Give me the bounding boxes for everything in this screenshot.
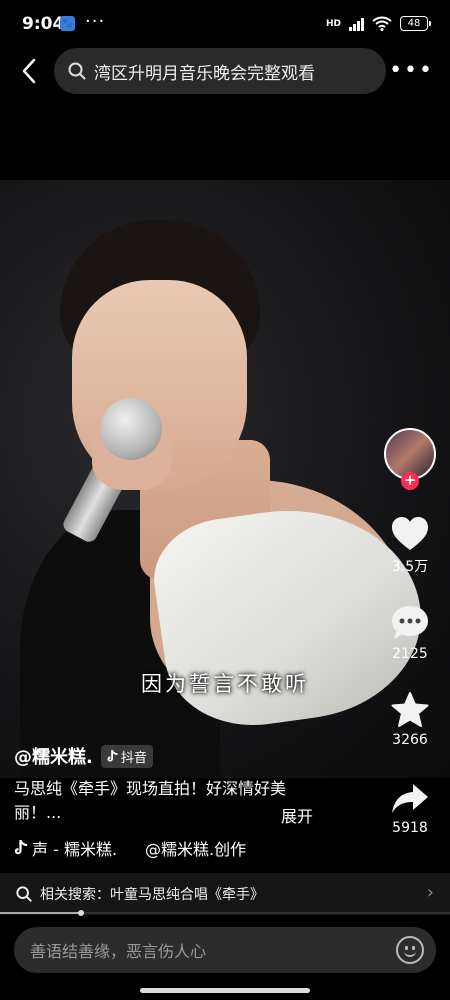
music-note-icon (14, 840, 28, 855)
douyin-badge: 抖音 (100, 744, 153, 768)
top-nav: 湾区升明月音乐晚会完整观看 ••• (0, 48, 450, 94)
status-indicators: HD 48 (325, 16, 431, 31)
author-name[interactable]: @糯米糕. (14, 743, 93, 769)
expand-button[interactable]: 展开 (281, 803, 313, 827)
related-search-text: 相关搜索：叶童马思纯合唱《牵手》 (40, 887, 264, 903)
author-row: @糯米糕. 抖音 (14, 743, 153, 769)
chevron-left-icon (22, 58, 36, 84)
progress-fill (0, 912, 81, 914)
comment-placeholder: 善语结善缘，恶言伤人心 (30, 942, 207, 961)
baidu-paw-icon: 🐾 (60, 16, 75, 31)
favorite-button[interactable]: 3266 (382, 692, 438, 748)
emoji-icon[interactable] (396, 936, 424, 964)
video-player[interactable]: 因为誓言不敢听 (0, 180, 450, 778)
like-button[interactable]: 3.5万 (382, 516, 438, 576)
progress-handle[interactable] (78, 910, 84, 916)
music-creator[interactable]: @糯米糕.创作 (145, 836, 246, 860)
playback-progress-bar[interactable] (0, 910, 450, 916)
battery-icon: 48 (400, 16, 431, 31)
douyin-logo-icon (107, 749, 118, 761)
music-row[interactable]: 声 - 糯米糕. @糯米糕.创作 (14, 836, 246, 860)
search-bar[interactable]: 湾区升明月音乐晚会完整观看 (54, 48, 386, 94)
share-arrow-icon (392, 784, 428, 813)
signal-icon (349, 17, 364, 31)
like-count: 3.5万 (391, 559, 429, 575)
notification-dots-icon: ··· (85, 11, 106, 32)
douyin-badge-label: 抖音 (120, 750, 147, 766)
search-icon (68, 62, 86, 80)
star-icon (391, 692, 429, 727)
follow-plus-icon[interactable]: + (401, 472, 419, 490)
favorite-count: 3266 (392, 732, 428, 748)
creator-avatar[interactable]: + (384, 428, 436, 490)
more-options-button[interactable]: ••• (389, 58, 434, 83)
chevron-right-icon: › (426, 882, 434, 903)
comment-count: 2125 (392, 646, 428, 662)
comment-input[interactable]: 善语结善缘，恶言伤人心 (14, 927, 436, 973)
video-description[interactable]: 马思纯《牵手》现场直拍！好深情好美丽！... (14, 777, 314, 825)
back-button[interactable] (14, 54, 44, 88)
search-icon (16, 886, 32, 902)
music-title[interactable]: 声 - 糯米糕. (32, 836, 117, 860)
share-button[interactable]: 5918 (382, 782, 438, 836)
hd-label: HD (325, 18, 341, 29)
heart-icon (392, 517, 428, 550)
search-query: 湾区升明月音乐晚会完整观看 (94, 63, 315, 84)
comment-bubble-icon (392, 606, 428, 639)
home-indicator[interactable] (140, 988, 310, 993)
comment-button[interactable]: 2125 (382, 604, 438, 662)
wifi-icon (372, 16, 392, 31)
related-search-bar[interactable]: 相关搜索：叶童马思纯合唱《牵手》 › (0, 873, 450, 915)
status-time: 9:04 (22, 14, 65, 34)
status-bar: 9:04 🐾 ··· HD 48 (0, 0, 450, 50)
share-count: 5918 (392, 820, 428, 836)
